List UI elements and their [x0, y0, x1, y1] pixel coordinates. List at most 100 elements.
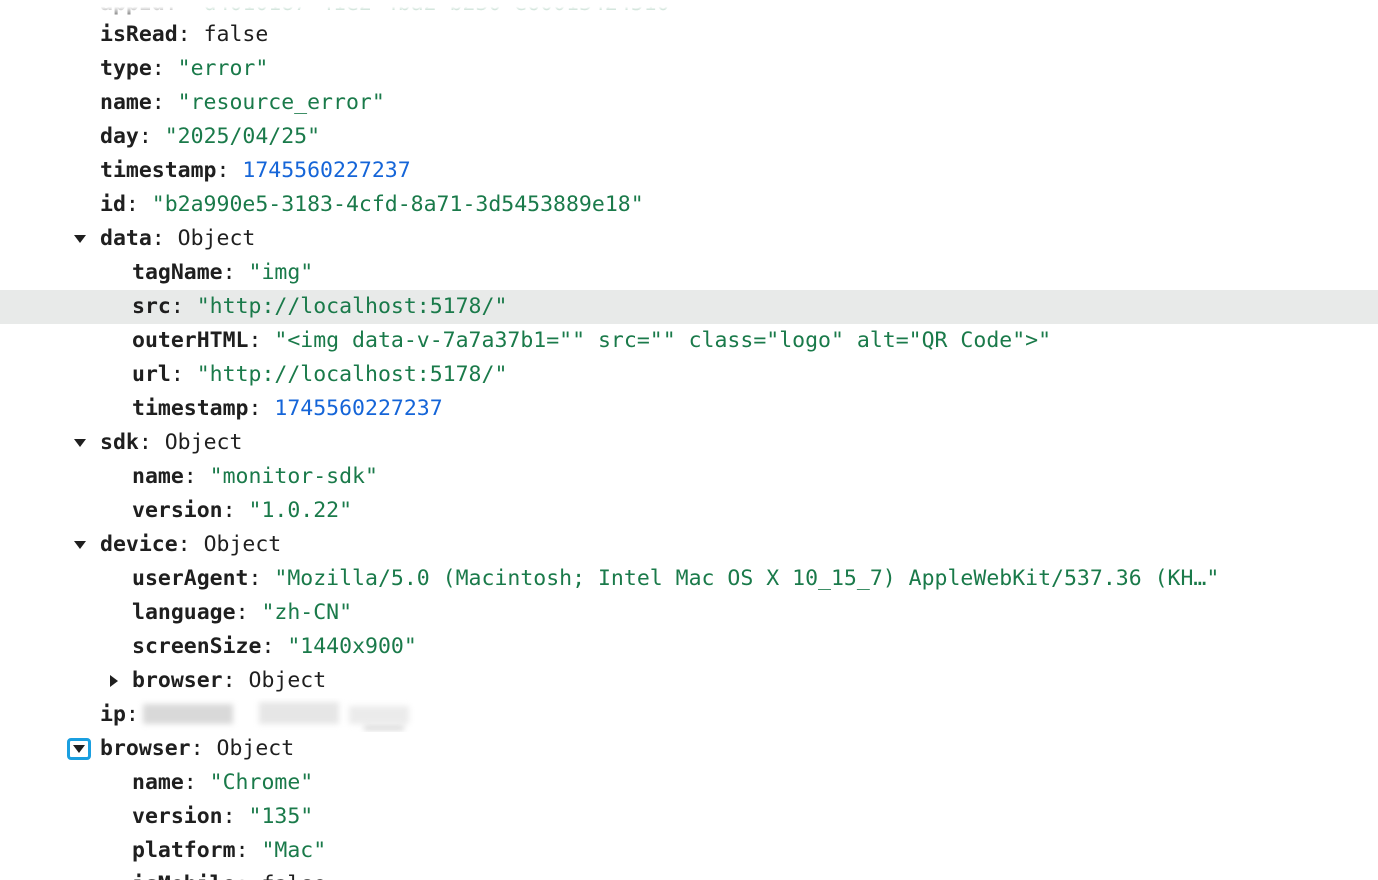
property-key: outerHTML — [132, 328, 249, 353]
property-value-string: "<img data-v-7a7a37b1="" src="" class="l… — [274, 328, 1052, 353]
object-inspector: appId: "d4010187-41e2-4ba2-b230-e6001342… — [0, 0, 1378, 880]
property-row-data[interactable]: data: Object — [0, 222, 1378, 256]
property-key: browser — [100, 736, 191, 761]
colon: : — [235, 600, 262, 625]
property-row-data-outerhtml[interactable]: outerHTML: "<img data-v-7a7a37b1="" src=… — [0, 324, 1378, 358]
colon: : — [248, 328, 275, 353]
colon: : — [138, 124, 165, 149]
property-value-string: "resource_error" — [177, 90, 385, 115]
property-row-data-tagname[interactable]: tagName: "img" — [0, 256, 1378, 290]
property-key: id — [100, 192, 126, 217]
property-row-sdk[interactable]: sdk: Object — [0, 426, 1378, 460]
colon: : — [177, 532, 204, 557]
property-key: timestamp — [100, 158, 217, 183]
property-key: language — [132, 600, 236, 625]
property-key: sdk — [100, 430, 139, 455]
property-value-number: 1745560227237 — [242, 158, 411, 183]
property-key: isMobile — [132, 872, 236, 880]
expand-toggle-icon[interactable] — [67, 738, 91, 760]
property-value-string: "img" — [248, 260, 314, 285]
property-key: name — [100, 90, 152, 115]
property-value-string: "Chrome" — [209, 770, 314, 795]
property-key: name — [132, 770, 184, 795]
property-row-data-src[interactable]: src: "http://localhost:5178/" — [0, 290, 1378, 324]
colon: : — [248, 396, 275, 421]
property-value-object: Object — [203, 532, 282, 557]
property-row-browser-version[interactable]: version: "135" — [0, 800, 1378, 834]
colon: : — [236, 872, 262, 880]
property-value-string: "zh-CN" — [261, 600, 353, 625]
property-value-string: "Mozilla/5.0 (Macintosh; Intel Mac OS X … — [274, 566, 1220, 591]
colon: : — [261, 634, 288, 659]
property-row-day[interactable]: day: "2025/04/25" — [0, 120, 1378, 154]
property-row-timestamp[interactable]: timestamp: 1745560227237 — [0, 154, 1378, 188]
expand-toggle-icon[interactable] — [102, 664, 126, 698]
colon: : — [170, 362, 197, 387]
property-row-name[interactable]: name: "resource_error" — [0, 86, 1378, 120]
property-key: browser — [132, 668, 223, 693]
property-key: version — [132, 804, 223, 829]
property-key: screenSize — [132, 634, 262, 659]
expand-toggle-icon[interactable] — [68, 528, 92, 562]
colon: : — [216, 158, 243, 183]
property-key: data — [100, 226, 152, 251]
property-key: appId — [100, 0, 165, 16]
property-value-string: "error" — [177, 56, 269, 81]
colon: : — [151, 90, 178, 115]
property-value-boolean: false — [261, 872, 326, 880]
property-row-sdk-version[interactable]: version: "1.0.22" — [0, 494, 1378, 528]
property-row-device-browser[interactable]: browser: Object — [0, 664, 1378, 698]
triangle-down-icon — [74, 541, 86, 549]
property-key: src — [132, 294, 171, 319]
property-value-object: Object — [216, 736, 295, 761]
expand-toggle-icon[interactable] — [68, 222, 92, 256]
property-row-browser-name[interactable]: name: "Chrome" — [0, 766, 1378, 800]
property-key: version — [132, 498, 223, 523]
property-row-data-url[interactable]: url: "http://localhost:5178/" — [0, 358, 1378, 392]
property-row-sdk-name[interactable]: name: "monitor-sdk" — [0, 460, 1378, 494]
property-value-string: "d4010187-41e2-4ba2-b230-e60013424510" — [190, 0, 683, 16]
property-row-device[interactable]: device: Object — [0, 528, 1378, 562]
property-key: platform — [132, 838, 236, 863]
property-value-string: "monitor-sdk" — [209, 464, 378, 489]
expand-toggle-icon[interactable] — [68, 426, 92, 460]
property-row-isread[interactable]: isRead: false — [0, 18, 1378, 52]
property-row-data-timestamp[interactable]: timestamp: 1745560227237 — [0, 392, 1378, 426]
property-row-browser-platform[interactable]: platform: "Mac" — [0, 834, 1378, 868]
property-row-id[interactable]: id: "b2a990e5-3183-4cfd-8a71-3d5453889e1… — [0, 188, 1378, 222]
property-key: url — [132, 362, 171, 387]
property-row-device-useragent[interactable]: userAgent: "Mozilla/5.0 (Macintosh; Inte… — [0, 562, 1378, 596]
colon: : — [151, 226, 178, 251]
colon: : — [235, 838, 262, 863]
colon: : — [183, 770, 210, 795]
property-key: isRead — [100, 22, 178, 47]
property-key: name — [132, 464, 184, 489]
property-key: device — [100, 532, 178, 557]
colon: : — [138, 430, 165, 455]
triangle-down-icon — [74, 235, 86, 243]
property-key: userAgent — [132, 566, 249, 591]
colon: : — [248, 566, 275, 591]
triangle-down-icon — [74, 439, 86, 447]
property-row-ip[interactable]: ip: — [0, 698, 1378, 732]
property-value-number: 1745560227237 — [274, 396, 443, 421]
property-value-string: "1440x900" — [287, 634, 417, 659]
property-row-type[interactable]: type: "error" — [0, 52, 1378, 86]
property-value-string: "http://localhost:5178/" — [196, 362, 508, 387]
colon: : — [177, 22, 204, 47]
property-value-object: Object — [177, 226, 256, 251]
property-value-string: "http://localhost:5178/" — [196, 294, 508, 319]
property-row-browser[interactable]: browser: Object — [0, 732, 1378, 766]
property-value-string: "b2a990e5-3183-4cfd-8a71-3d5453889e18" — [151, 192, 644, 217]
property-row-device-screensize[interactable]: screenSize: "1440x900" — [0, 630, 1378, 664]
property-row-browser-ismobile[interactable]: isMobile: false — [0, 868, 1378, 880]
property-row-device-language[interactable]: language: "zh-CN" — [0, 596, 1378, 630]
property-key: type — [100, 56, 152, 81]
property-key: day — [100, 124, 139, 149]
colon: : — [183, 464, 210, 489]
property-value-string: "1.0.22" — [248, 498, 353, 523]
triangle-down-icon — [73, 745, 85, 753]
triangle-right-icon — [110, 675, 118, 687]
property-value-string: "2025/04/25" — [164, 124, 321, 149]
property-key: tagName — [132, 260, 223, 285]
